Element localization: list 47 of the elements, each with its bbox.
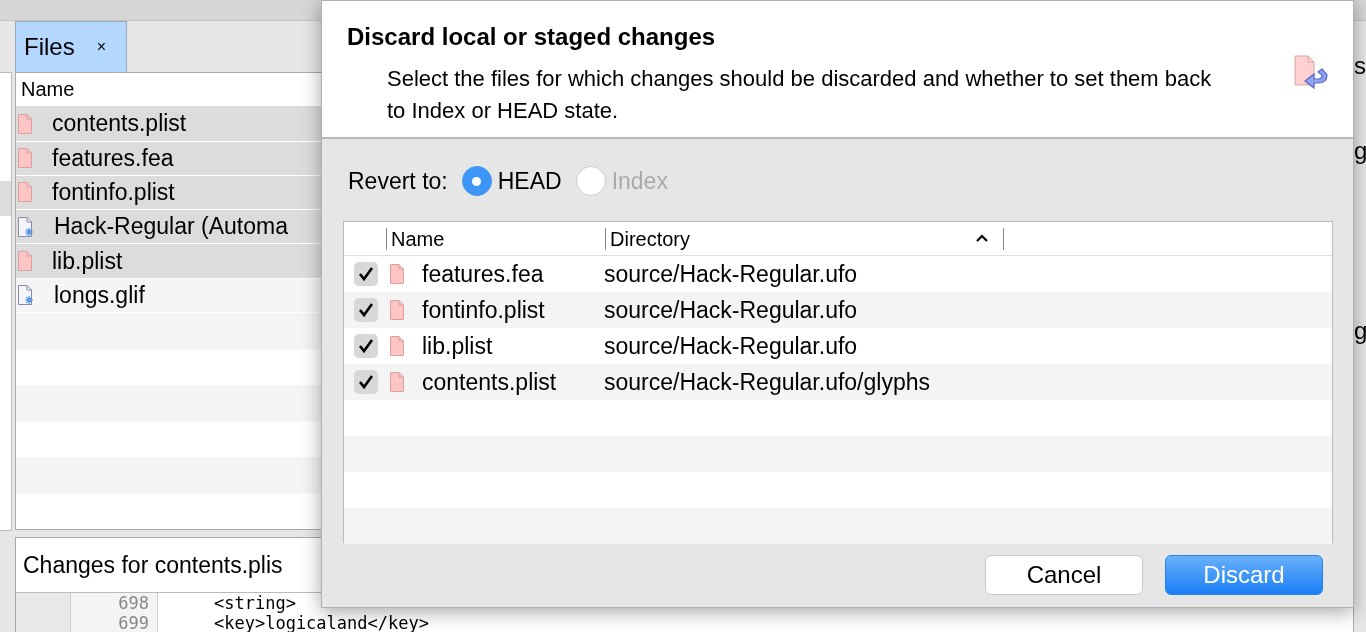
file-name: fontinfo.plist <box>422 296 546 324</box>
cancel-button[interactable]: Cancel <box>985 555 1143 595</box>
document-icon <box>390 336 404 356</box>
check-icon <box>358 302 374 318</box>
file-name: longs.glif <box>54 281 145 309</box>
directory-cell: source/Hack-Regular.ufo <box>604 332 858 360</box>
document-icon <box>390 372 404 392</box>
file-name: Hack-Regular (Automa <box>54 213 288 241</box>
line-number: 698 <box>118 593 149 613</box>
clipped-text: g <box>1354 319 1366 343</box>
directory-cell: source/Hack-Regular.ufo <box>604 260 858 288</box>
check-icon <box>358 338 374 354</box>
file-name: lib.plist <box>52 247 123 275</box>
column-header[interactable]: Directory <box>605 227 975 250</box>
code-line: <key>logicaland</key> <box>214 613 429 632</box>
document-icon <box>390 264 404 284</box>
revert-label: Revert to: <box>348 167 448 195</box>
line-number: 699 <box>118 613 149 632</box>
dialog-title: Discard local or staged changes <box>347 23 717 51</box>
sort-icon <box>975 234 989 243</box>
code-line: <string> <box>214 593 297 613</box>
check-icon <box>358 374 374 390</box>
file-name: contents.plist <box>422 368 558 396</box>
file-name: lib.plist <box>422 332 494 360</box>
file-name: contents.plist <box>52 110 187 138</box>
checkbox[interactable] <box>354 334 378 358</box>
directory-cell: source/Hack-Regular.ufo <box>604 296 858 324</box>
document-icon <box>18 113 32 134</box>
file-name: features.fea <box>422 260 545 288</box>
tab-label: Files <box>24 33 75 61</box>
column-header[interactable]: Name <box>386 227 605 250</box>
check-icon <box>358 266 374 282</box>
clipped-text: s <box>1354 54 1366 78</box>
directory-cell: source/Hack-Regular.ufo/glyphs <box>604 368 930 396</box>
files-tab[interactable]: Files × <box>15 21 127 72</box>
file-name: features.fea <box>52 144 174 172</box>
checkbox[interactable] <box>354 262 378 286</box>
radio-option[interactable]: HEAD <box>461 166 562 196</box>
checkbox[interactable] <box>354 298 378 322</box>
close-icon[interactable]: × <box>96 38 106 56</box>
document-icon <box>18 148 32 169</box>
checkbox[interactable] <box>354 370 378 394</box>
clipped-text: g <box>1354 139 1366 163</box>
document-icon <box>390 300 404 320</box>
document-icon <box>18 251 32 272</box>
file-name: fontinfo.plist <box>52 179 175 206</box>
document-icon <box>18 182 32 203</box>
